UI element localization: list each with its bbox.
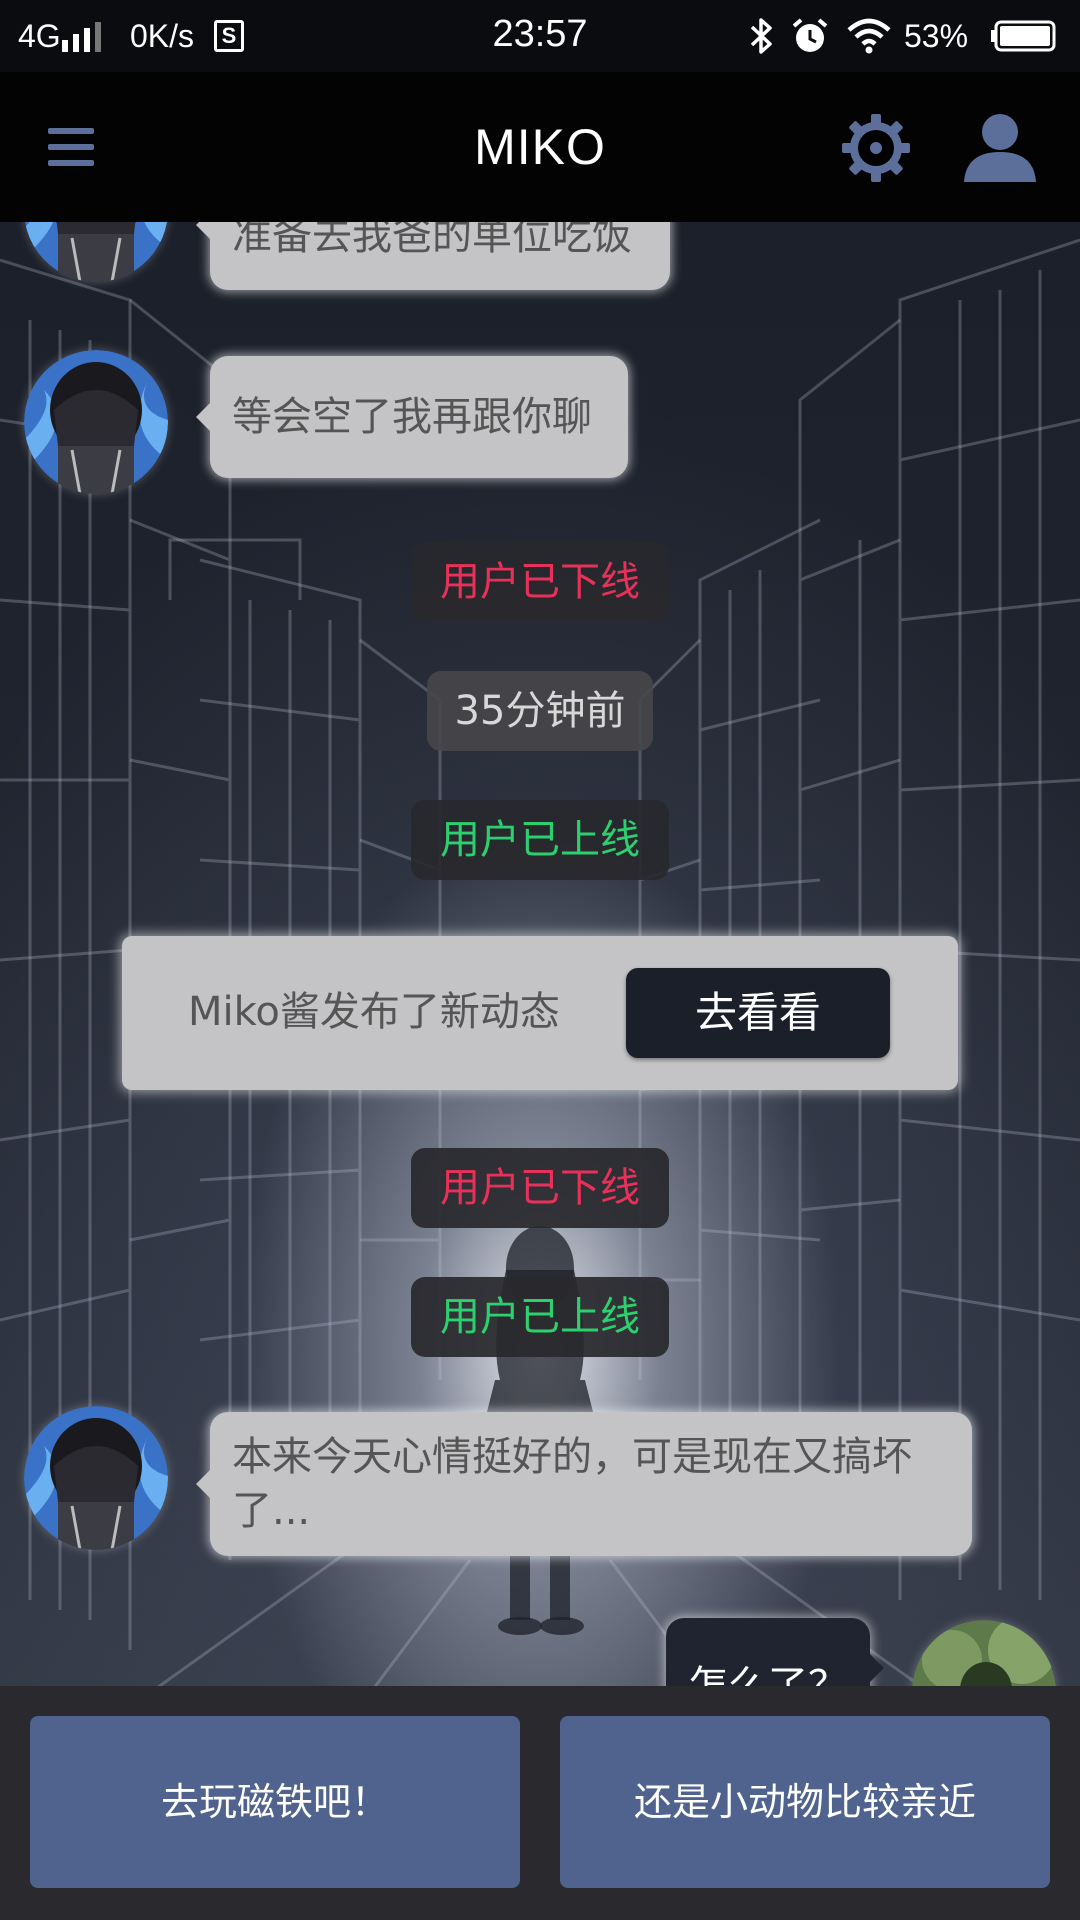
- user-online-notice: 用户已上线: [411, 1277, 669, 1357]
- incoming-message-bubble: 等会空了我再跟你聊: [196, 356, 628, 478]
- user-offline-notice: 用户已下线: [411, 542, 669, 622]
- battery-percent: 53%: [904, 18, 969, 54]
- user-online-notice: 用户已上线: [411, 800, 669, 880]
- bluetooth-icon: [750, 18, 772, 54]
- new-post-card: Miko酱发布了新动态 去看看: [122, 936, 958, 1090]
- new-post-text: Miko酱发布了新动态: [188, 989, 560, 1035]
- miko-avatar[interactable]: [24, 350, 168, 494]
- battery-icon: [991, 20, 1056, 52]
- app-header: MIKO: [0, 72, 1080, 222]
- reply-options-panel: 去玩磁铁吧！ 还是小动物比较亲近: [0, 1686, 1080, 1920]
- user-avatar[interactable]: [912, 1620, 1056, 1686]
- alarm-icon: [792, 18, 828, 52]
- user-icon[interactable]: [960, 112, 1040, 184]
- reply-option-button[interactable]: 去玩磁铁吧！: [30, 1716, 520, 1888]
- miko-avatar[interactable]: [24, 1406, 168, 1550]
- user-offline-notice: 用户已下线: [411, 1148, 669, 1228]
- app-title: MIKO: [474, 119, 606, 175]
- status-bar: 4G 0K/s S 23:57 53%: [0, 0, 1080, 72]
- incoming-message-bubble: 准备去我爸的单位吃饭: [196, 222, 670, 290]
- gear-icon[interactable]: [840, 112, 912, 184]
- timestamp-divider: 35分钟前: [427, 671, 653, 751]
- miko-avatar[interactable]: [24, 222, 168, 282]
- reply-option-button[interactable]: 还是小动物比较亲近: [560, 1716, 1050, 1888]
- app-screen: 4G 0K/s S 23:57 53% MIKO 准备去我爸的单位吃饭 等会空了…: [0, 0, 1080, 1920]
- chat-history[interactable]: 准备去我爸的单位吃饭 等会空了我再跟你聊 用户已下线 35分钟前 用户已上线 M…: [0, 222, 1080, 1686]
- view-post-button[interactable]: 去看看: [626, 968, 890, 1058]
- wifi-icon: [847, 18, 891, 54]
- outgoing-message-bubble: 怎么了？: [666, 1618, 884, 1686]
- incoming-message-bubble: 本来今天心情挺好的，可是现在又搞坏了...: [196, 1412, 972, 1556]
